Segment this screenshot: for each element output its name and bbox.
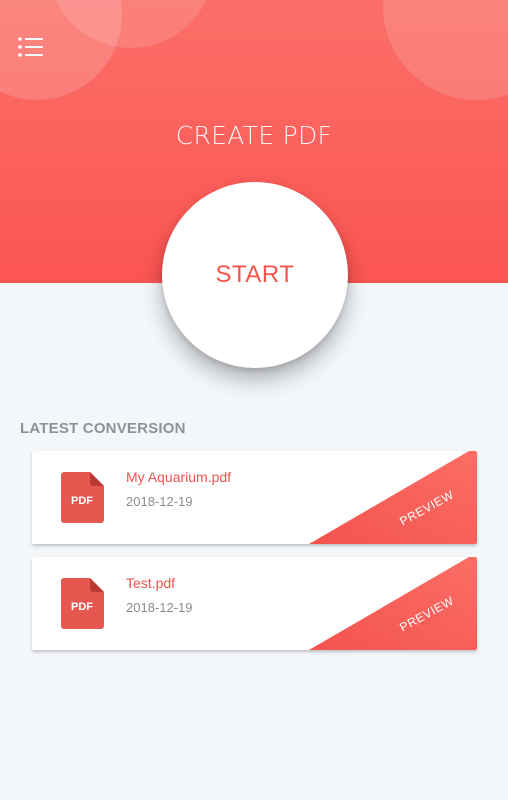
start-button[interactable]: START xyxy=(162,182,348,368)
conversion-card: PDF My Aquarium.pdf 2018-12-19 PREVIEW xyxy=(32,451,477,544)
start-button-label: START xyxy=(215,261,295,288)
pdf-icon-label: PDF xyxy=(71,495,93,507)
list-menu-icon xyxy=(18,37,43,57)
file-date: 2018-12-19 xyxy=(126,494,193,509)
file-date: 2018-12-19 xyxy=(126,600,193,615)
page-title: CREATE PDF xyxy=(175,121,333,150)
preview-button[interactable] xyxy=(309,451,477,544)
pdf-file-icon: PDF xyxy=(61,578,104,629)
section-title: LATEST CONVERSION xyxy=(20,420,186,437)
pdf-icon-label: PDF xyxy=(71,601,93,613)
decorative-bubble xyxy=(383,0,508,100)
preview-button[interactable] xyxy=(309,557,477,650)
pdf-file-icon: PDF xyxy=(61,472,104,523)
file-name-link[interactable]: Test.pdf xyxy=(126,575,175,591)
conversion-card: PDF Test.pdf 2018-12-19 PREVIEW xyxy=(32,557,477,650)
menu-button[interactable] xyxy=(14,34,50,64)
file-name-link[interactable]: My Aquarium.pdf xyxy=(126,469,231,485)
